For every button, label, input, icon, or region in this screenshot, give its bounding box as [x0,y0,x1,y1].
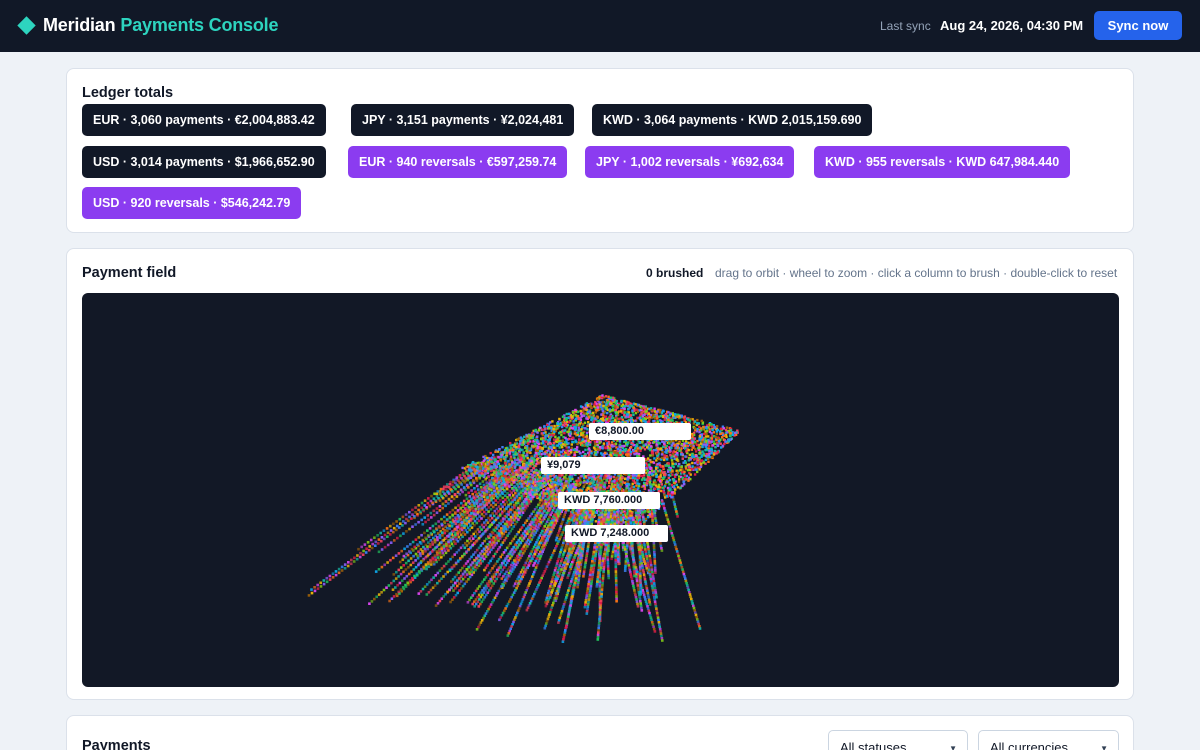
payments-card: Payments All statuses ▼ All currencies ▼ [66,715,1134,750]
ledger-totals-title: Ledger totals [82,85,174,101]
top-bar: Meridian Payments Console Last sync Aug … [0,0,1200,52]
brand-name: Meridian [43,15,116,35]
payments-title: Payments [82,738,151,750]
brushed-count: 0 brushed [646,266,704,280]
ledger-pill-usd-payments: USD · 3,014 payments · $1,966,652.90 [82,146,326,178]
field-interaction-hint: drag to orbit · wheel to zoom · click a … [715,266,1118,280]
payment-field-card: Payment field 0 brushed drag to orbit · … [66,248,1134,700]
brand-subtitle: Payments Console [120,15,279,35]
brand: Meridian Payments Console [17,15,279,36]
ledger-pill-eur-reversals: EUR · 940 reversals · €597,259.74 [348,146,568,178]
last-sync-time: Aug 24, 2026, 04:30 PM [940,18,1084,33]
ledger-totals-card: Ledger totals EUR · 3,060 payments · €2,… [66,68,1134,233]
sync-now-button[interactable]: Sync now [1094,11,1182,40]
diamond-logo-icon [17,16,36,35]
status-filter-value: All statuses [840,740,907,750]
payment-field-plot[interactable] [82,293,1119,687]
chevron-down-icon: ▼ [1100,744,1108,750]
chevron-down-icon: ▼ [949,744,957,750]
payment-field-title: Payment field [82,265,177,281]
field-label-eur: €8,800.00 [589,423,691,440]
last-sync-label: Last sync [880,19,931,33]
field-label-kwd-2: KWD 7,248.000 [565,525,668,542]
field-label-jpy: ¥9,079 [541,457,645,474]
field-label-kwd-1: KWD 7,760.000 [558,492,660,509]
currency-filter-value: All currencies [990,740,1069,750]
ledger-pill-kwd-payments: KWD · 3,064 payments · KWD 2,015,159.690 [592,104,873,136]
ledger-pill-kwd-reversals: KWD · 955 reversals · KWD 647,984.440 [814,146,1071,178]
status-filter-select[interactable]: All statuses ▼ [828,730,968,750]
currency-filter-select[interactable]: All currencies ▼ [978,730,1119,750]
ledger-pill-jpy-payments: JPY · 3,151 payments · ¥2,024,481 [351,104,575,136]
ledger-pill-eur-payments: EUR · 3,060 payments · €2,004,883.42 [82,104,326,136]
payment-field-canvas[interactable]: €8,800.00 ¥9,079 KWD 7,760.000 KWD 7,248… [82,293,1119,687]
ledger-pill-usd-reversals: USD · 920 reversals · $546,242.79 [82,187,302,219]
ledger-pill-jpy-reversals: JPY · 1,002 reversals · ¥692,634 [585,146,795,178]
